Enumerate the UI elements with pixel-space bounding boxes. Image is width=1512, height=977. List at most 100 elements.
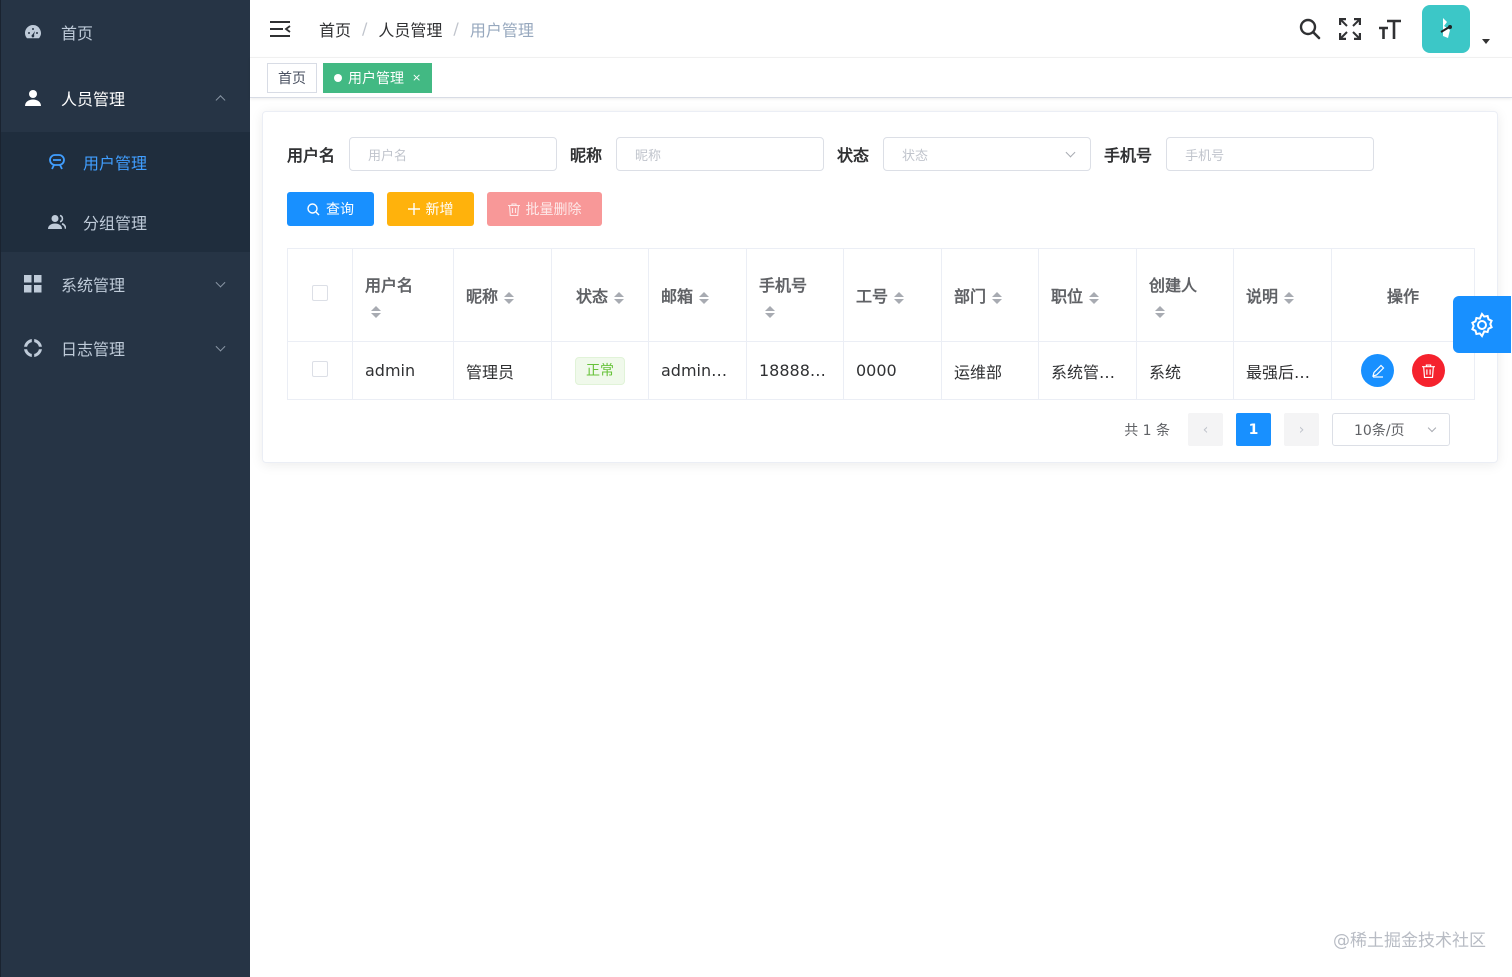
cell-job-no: 0000 — [843, 341, 942, 400]
sort-icon[interactable] — [699, 291, 710, 304]
username-placeholder: 用户名 — [368, 148, 408, 164]
row-checkbox[interactable] — [312, 360, 328, 377]
header-position[interactable]: 职位 — [1038, 248, 1137, 342]
delete-button[interactable] — [1411, 354, 1445, 387]
batch-delete-label: 批量删除 — [525, 202, 582, 218]
breadcrumb-personnel[interactable]: 人员管理 — [378, 17, 442, 41]
tags-view: 首页 用户管理 × — [250, 58, 1512, 98]
submenu-personnel: 用户管理 分组管理 — [1, 132, 250, 252]
header-label: 昵称 — [466, 287, 499, 306]
search-icon — [307, 202, 320, 216]
trash-icon — [1421, 363, 1435, 378]
sort-icon[interactable] — [1155, 306, 1165, 318]
chevron-down-icon — [215, 341, 226, 352]
content-card: 用户名 用户名 昵称 昵称 状态 状态 手机号 手机号 查询 新增 批量删除 用… — [262, 111, 1498, 463]
close-icon[interactable]: × — [412, 71, 421, 84]
trash-icon — [507, 202, 520, 216]
header-phone[interactable]: 手机号 — [746, 248, 844, 342]
header-job-no[interactable]: 工号 — [843, 248, 942, 342]
sidebar: 首页 人员管理 用户管理 分组管理 系统管理 日志管理 — [0, 0, 250, 977]
batch-delete-button[interactable]: 批量删除 — [487, 192, 602, 226]
query-label: 查询 — [326, 202, 354, 218]
sidebar-item-label: 日志管理 — [61, 340, 126, 359]
prev-page-button[interactable]: ‹ — [1188, 413, 1223, 446]
sort-icon[interactable] — [1089, 291, 1100, 304]
tag-label: 用户管理 — [348, 70, 404, 87]
search-icon[interactable] — [1290, 9, 1330, 49]
sort-icon[interactable] — [1284, 291, 1295, 304]
sort-icon[interactable] — [992, 291, 1003, 304]
chevron-down-icon — [1065, 147, 1076, 158]
sort-icon[interactable] — [614, 291, 624, 304]
hamburger-icon[interactable] — [269, 19, 291, 39]
cell-nickname: 管理员 — [453, 341, 552, 400]
edit-button[interactable] — [1361, 354, 1395, 387]
header-label: 职位 — [1051, 287, 1084, 306]
username-input[interactable]: 用户名 — [349, 137, 558, 171]
sidebar-item-home[interactable]: 首页 — [1, 0, 250, 64]
header-username[interactable]: 用户名 — [352, 248, 454, 342]
sidebar-item-user-management[interactable]: 用户管理 — [1, 132, 250, 192]
header-nickname[interactable]: 昵称 — [453, 248, 552, 342]
table-row: admin 管理员 正常 admin… 18888… 0000 运维部 系统管…… — [287, 341, 1475, 400]
add-label: 新增 — [425, 202, 454, 218]
caret-down-icon[interactable] — [1482, 38, 1490, 44]
watermark: @稀土掘金技术社区 — [1333, 931, 1486, 951]
tag-home[interactable]: 首页 — [267, 62, 317, 93]
group-icon — [47, 212, 67, 232]
header-dept[interactable]: 部门 — [941, 248, 1039, 342]
phone-placeholder: 手机号 — [1185, 148, 1225, 164]
page-number-button[interactable]: 1 — [1236, 413, 1271, 446]
grid-icon — [23, 274, 43, 294]
gear-icon — [1471, 311, 1493, 338]
chevron-up-icon — [215, 95, 226, 106]
plus-icon — [407, 203, 420, 215]
cell-creator: 系统 — [1136, 341, 1234, 400]
sidebar-item-label: 用户管理 — [83, 154, 148, 173]
log-icon — [23, 338, 43, 358]
next-page-button[interactable]: › — [1284, 413, 1319, 446]
chevron-down-icon — [215, 277, 226, 288]
query-button[interactable]: 查询 — [287, 192, 374, 226]
header-status[interactable]: 状态 — [551, 248, 649, 342]
select-all-cell — [287, 248, 353, 342]
font-size-icon[interactable] — [1370, 9, 1410, 49]
dashboard-icon — [23, 22, 43, 42]
breadcrumb: 首页 / 人员管理 / 用户管理 — [319, 17, 534, 41]
select-all-checkbox[interactable] — [312, 285, 328, 301]
action-buttons: 查询 新增 批量删除 — [287, 192, 615, 226]
sidebar-item-label: 首页 — [61, 24, 94, 43]
breadcrumb-home[interactable]: 首页 — [319, 17, 351, 41]
pagination-total: 共 1 条 — [1124, 422, 1170, 439]
header-label: 手机号 — [759, 275, 808, 295]
status-select[interactable]: 状态 — [883, 137, 1092, 171]
page-size-select[interactable]: 10条/页 — [1332, 413, 1450, 446]
header-label: 操作 — [1386, 287, 1419, 306]
sidebar-item-log[interactable]: 日志管理 — [1, 316, 250, 380]
sort-icon[interactable] — [894, 291, 905, 304]
sidebar-item-group-management[interactable]: 分组管理 — [1, 192, 250, 252]
header-email[interactable]: 邮箱 — [648, 248, 747, 342]
cell-phone: 18888… — [746, 341, 844, 400]
phone-input[interactable]: 手机号 — [1166, 137, 1375, 171]
settings-button[interactable] — [1453, 296, 1511, 353]
sidebar-item-personnel[interactable]: 人员管理 — [1, 64, 250, 132]
sort-icon[interactable] — [371, 306, 381, 318]
header-label: 邮箱 — [661, 287, 694, 306]
cell-desc: 最强后… — [1233, 341, 1332, 400]
add-button[interactable]: 新增 — [387, 192, 474, 226]
sidebar-item-system[interactable]: 系统管理 — [1, 252, 250, 316]
tag-user-management[interactable]: 用户管理 × — [323, 62, 433, 93]
cell-status: 正常 — [551, 341, 649, 400]
sort-icon[interactable] — [765, 306, 775, 318]
sort-icon[interactable] — [504, 291, 515, 304]
nickname-input[interactable]: 昵称 — [616, 137, 825, 171]
sidebar-item-label: 人员管理 — [61, 90, 126, 109]
fullscreen-icon[interactable] — [1330, 9, 1370, 49]
header-creator[interactable]: 创建人 — [1136, 248, 1234, 342]
edit-icon — [1372, 364, 1385, 378]
header-desc[interactable]: 说明 — [1233, 248, 1332, 342]
phone-label: 手机号 — [1104, 146, 1153, 165]
cell-username: admin — [352, 341, 454, 400]
avatar[interactable] — [1422, 5, 1470, 53]
